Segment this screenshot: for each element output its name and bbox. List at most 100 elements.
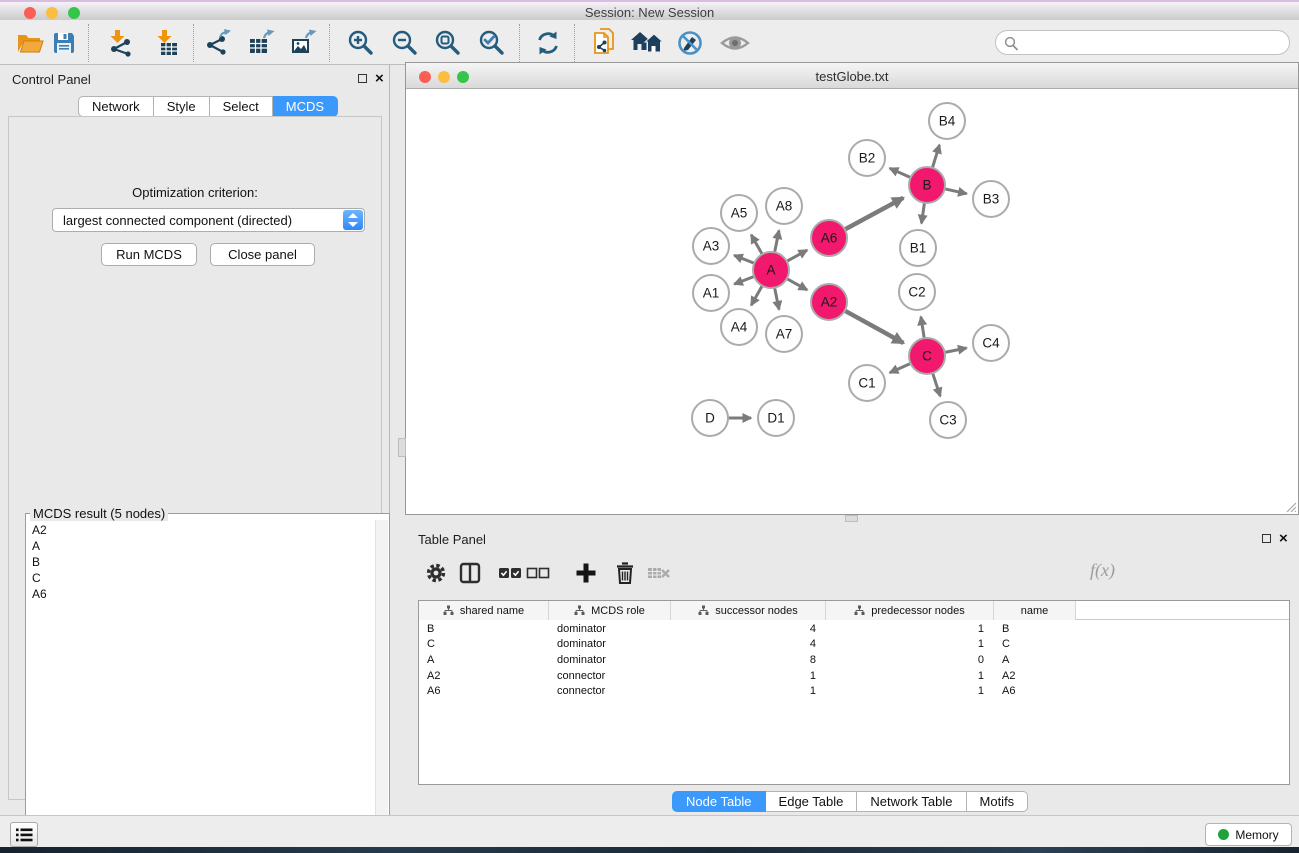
status-bar: Memory xyxy=(0,815,1299,847)
graph-edge-A2-C[interactable] xyxy=(842,309,903,343)
float-panel-icon[interactable] xyxy=(358,74,367,83)
graph-edge-A6-B[interactable] xyxy=(842,198,903,231)
graph-node-A8[interactable]: A8 xyxy=(766,188,802,224)
cell-name: A xyxy=(994,654,1076,666)
memory-button[interactable]: Memory xyxy=(1205,823,1292,846)
create-column-button[interactable] xyxy=(569,556,603,590)
close-panel-icon[interactable]: × xyxy=(375,74,384,83)
tab-style[interactable]: Style xyxy=(154,96,210,117)
label-slash-icon xyxy=(676,29,704,57)
export-network-button[interactable] xyxy=(200,25,236,61)
cell-mcds-role: dominator xyxy=(549,654,671,666)
tab-mcds[interactable]: MCDS xyxy=(273,96,338,117)
graph-node-B2[interactable]: B2 xyxy=(849,140,885,176)
graph-edge-B-B4[interactable] xyxy=(932,145,940,171)
unselect-all-button[interactable] xyxy=(521,556,555,590)
criterion-select[interactable]: largest connected component (directed) xyxy=(52,208,365,232)
graph-node-A6[interactable]: A6 xyxy=(811,220,847,256)
column-header-mcds-role[interactable]: MCDS role xyxy=(549,601,671,620)
graph-node-C1[interactable]: C1 xyxy=(849,365,885,401)
graph-node-B1[interactable]: B1 xyxy=(900,230,936,266)
column-header-predecessor-nodes[interactable]: predecessor nodes xyxy=(826,601,994,620)
cell-predecessor-nodes: 0 xyxy=(826,654,994,666)
graph-node-A3[interactable]: A3 xyxy=(693,228,729,264)
graph-node-A[interactable]: A xyxy=(753,252,789,288)
graph-node-D1[interactable]: D1 xyxy=(758,400,794,436)
table-row[interactable]: Adominator80A xyxy=(419,652,1289,668)
close-panel-icon[interactable]: × xyxy=(1279,534,1288,543)
run-mcds-button[interactable]: Run MCDS xyxy=(101,243,197,266)
export-table-button[interactable] xyxy=(243,25,279,61)
graph-node-A2[interactable]: A2 xyxy=(811,284,847,320)
delete-table-button[interactable] xyxy=(642,556,676,590)
clone-network-button[interactable] xyxy=(587,25,623,61)
tab-edge-table[interactable]: Edge Table xyxy=(766,791,858,812)
zoom-fit-button[interactable] xyxy=(430,25,466,61)
export-image-button[interactable] xyxy=(285,25,321,61)
zoom-out-button[interactable] xyxy=(387,25,423,61)
tab-node-table[interactable]: Node Table xyxy=(672,791,766,812)
graph-edge-C-C3[interactable] xyxy=(932,370,941,396)
import-network-button[interactable] xyxy=(102,25,138,61)
table-header-row: shared nameMCDS rolesuccessor nodesprede… xyxy=(419,601,1289,620)
tab-select[interactable]: Select xyxy=(210,96,273,117)
table-row[interactable]: Bdominator41B xyxy=(419,621,1289,637)
clone-network-icon xyxy=(591,28,619,58)
mcds-result-item[interactable]: A2 xyxy=(29,522,47,538)
cell-successor-nodes: 8 xyxy=(671,654,826,666)
mcds-result-item[interactable]: B xyxy=(29,554,47,570)
graph-node-B[interactable]: B xyxy=(909,167,945,203)
mcds-result-item[interactable]: A xyxy=(29,538,47,554)
cybrowser-home-button[interactable] xyxy=(629,25,665,61)
graph-node-C4[interactable]: C4 xyxy=(973,325,1009,361)
mcds-result-item[interactable]: A6 xyxy=(29,586,47,602)
vertical-split-handle[interactable] xyxy=(398,438,406,457)
zoom-in-button[interactable] xyxy=(343,25,379,61)
toggle-visibility-button[interactable] xyxy=(717,25,753,61)
graph-node-C[interactable]: C xyxy=(909,338,945,374)
mcds-result-item[interactable]: C xyxy=(29,570,47,586)
resize-grip-icon[interactable] xyxy=(1284,500,1297,513)
graph-node-B3[interactable]: B3 xyxy=(973,181,1009,217)
graph-node-A1[interactable]: A1 xyxy=(693,275,729,311)
save-session-button[interactable] xyxy=(46,25,82,61)
close-panel-button[interactable]: Close panel xyxy=(210,243,315,266)
graph-node-D[interactable]: D xyxy=(692,400,728,436)
graph-node-C3[interactable]: C3 xyxy=(930,402,966,438)
horizontal-split-handle[interactable] xyxy=(845,515,858,522)
delete-column-button[interactable] xyxy=(608,556,642,590)
select-stepper-icon xyxy=(343,210,363,230)
table-row[interactable]: A2connector11A2 xyxy=(419,668,1289,684)
table-settings-button[interactable] xyxy=(419,556,453,590)
tab-motifs[interactable]: Motifs xyxy=(967,791,1029,812)
plus-icon xyxy=(575,562,597,584)
graph-node-label: D1 xyxy=(767,411,784,426)
function-builder-button[interactable]: f(x) xyxy=(1090,560,1115,581)
cell-successor-nodes: 1 xyxy=(671,685,826,697)
graph-node-A5[interactable]: A5 xyxy=(721,195,757,231)
table-row[interactable]: A6connector11A6 xyxy=(419,683,1289,699)
zoom-selected-button[interactable] xyxy=(474,25,510,61)
tab-network-table[interactable]: Network Table xyxy=(857,791,966,812)
table-row[interactable]: Cdominator41C xyxy=(419,637,1289,653)
graph-node-B4[interactable]: B4 xyxy=(929,103,965,139)
graph-node-A7[interactable]: A7 xyxy=(766,316,802,352)
column-header-successor-nodes[interactable]: successor nodes xyxy=(671,601,826,620)
open-session-button[interactable] xyxy=(12,25,48,61)
import-table-button[interactable] xyxy=(149,25,185,61)
graph-node-A4[interactable]: A4 xyxy=(721,309,757,345)
search-input[interactable] xyxy=(1022,32,1282,53)
float-panel-icon[interactable] xyxy=(1262,534,1271,543)
network-canvas[interactable]: B4 B2 B B3 A5A8A6 A3 B1 A A1 C2 A2 A4A7 C4 C C1 C3 D D1 xyxy=(406,89,1298,514)
show-column-button[interactable] xyxy=(453,556,487,590)
task-history-button[interactable] xyxy=(10,822,38,847)
tab-network[interactable]: Network xyxy=(78,96,154,117)
graph-node-C2[interactable]: C2 xyxy=(899,274,935,310)
hide-labels-button[interactable] xyxy=(672,25,708,61)
toolbar-separator xyxy=(88,24,89,62)
column-header-name[interactable]: name xyxy=(994,601,1076,620)
column-header-shared-name[interactable]: shared name xyxy=(419,601,549,620)
refresh-view-button[interactable] xyxy=(530,25,566,61)
mcds-result-scrollbar[interactable] xyxy=(375,520,388,846)
cell-successor-nodes: 1 xyxy=(671,670,826,682)
